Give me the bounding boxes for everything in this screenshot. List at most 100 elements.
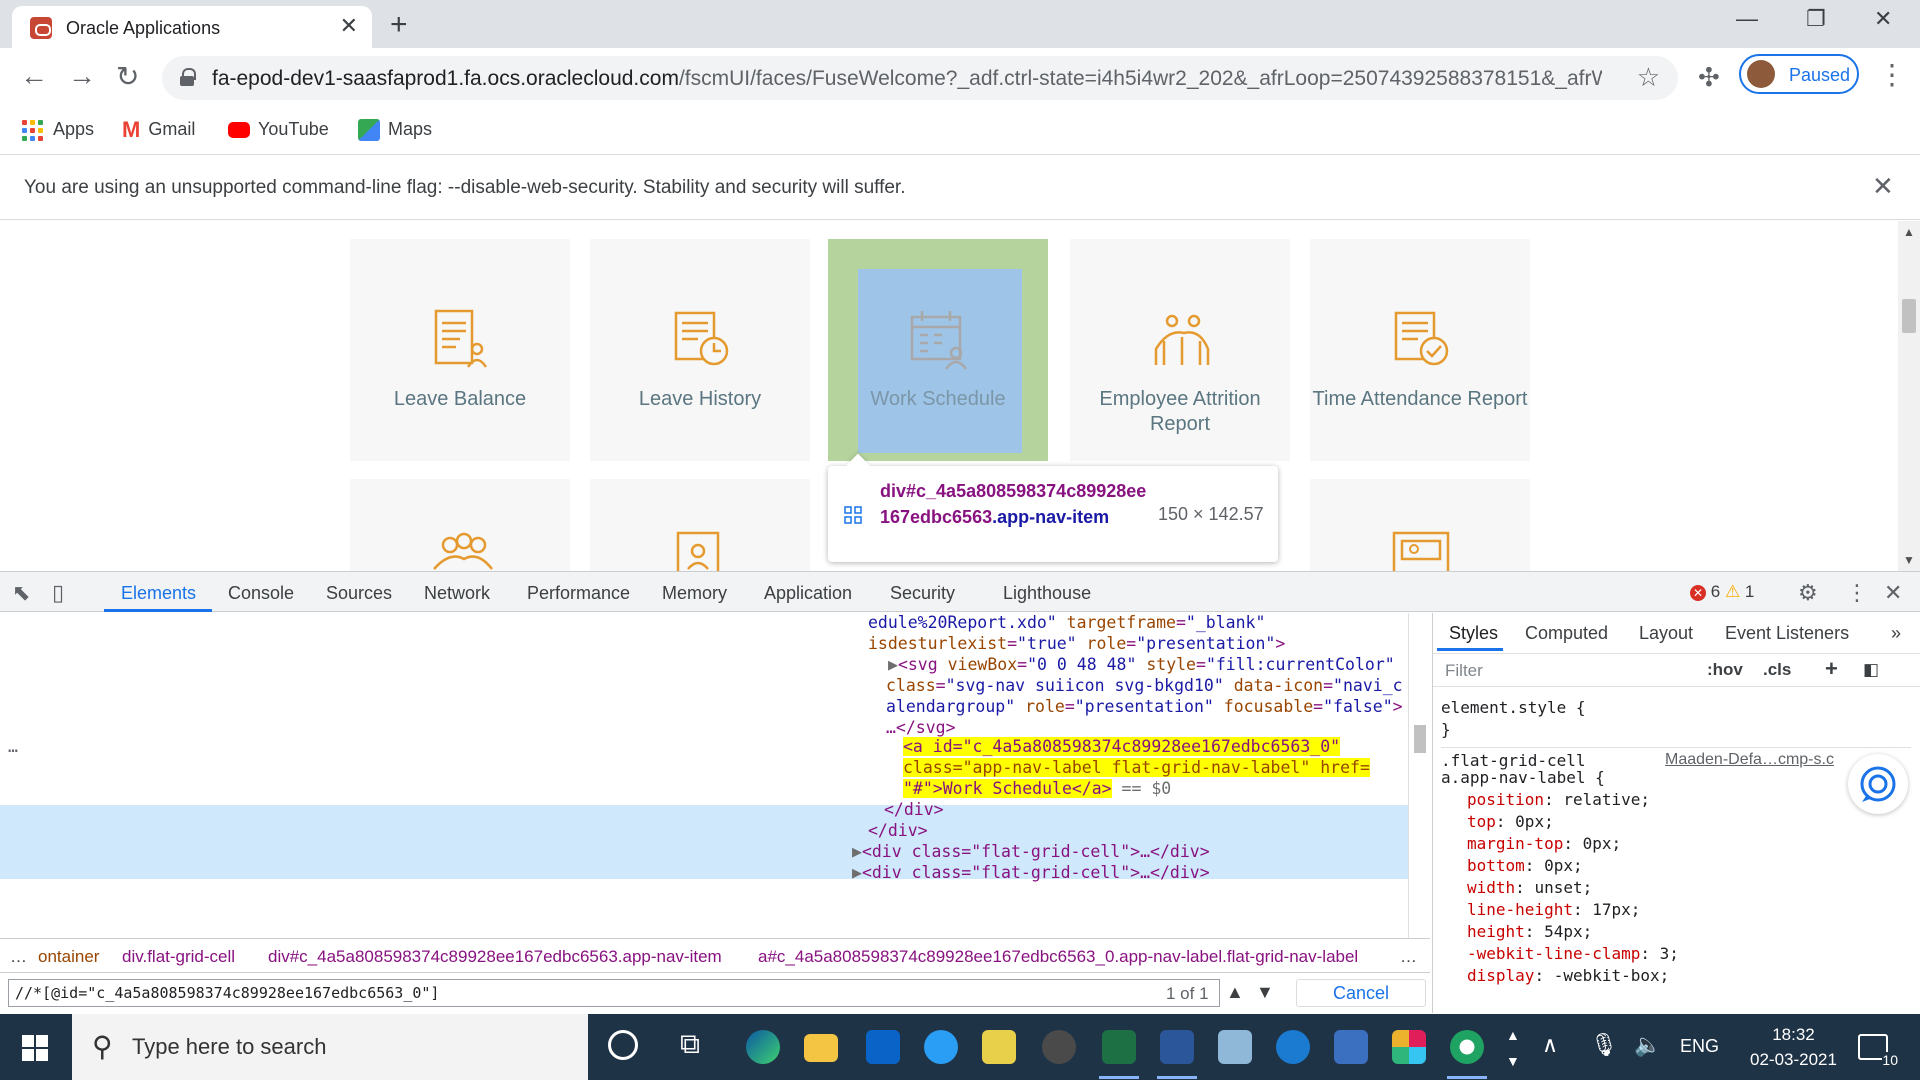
settings-app-icon[interactable] [1042,1030,1076,1064]
add-rule-icon[interactable]: + [1825,656,1838,682]
outlook-icon[interactable] [866,1030,900,1064]
hov-toggle[interactable]: :hov [1707,660,1743,680]
dom-line[interactable]: ▶<div class="flat-grid-cell">…</div> [852,863,1210,883]
notification-center-icon[interactable]: 10 [1858,1034,1898,1068]
new-tab-icon[interactable]: + [390,8,408,42]
file-explorer-icon[interactable] [804,1034,838,1062]
css-prop[interactable]: line-height: 17px; [1467,901,1640,919]
tile-row2-2[interactable] [590,479,810,571]
styles-filter-input[interactable]: Filter [1445,661,1483,681]
slack-icon[interactable] [1392,1030,1426,1064]
breadcrumb-item[interactable]: div#c_4a5a808598374c89928ee167edbc6563.a… [268,947,722,967]
scroll-taskbar-icon[interactable]: ▲ ▼ [1506,1022,1520,1074]
taskbar-search-box[interactable]: ⚲ Type here to search [72,1014,588,1080]
excel-icon[interactable] [1102,1030,1136,1064]
breadcrumb-item[interactable]: a#c_4a5a808598374c89928ee167edbc6563_0.a… [758,947,1358,967]
input-language[interactable]: ENG [1680,1036,1719,1057]
selected-dom-line-3[interactable]: "#">Work Schedule</a> == $0 [903,779,1171,799]
tab-event-listeners[interactable]: Event Listeners [1725,623,1849,644]
css-rule-selector-2[interactable]: a.app-nav-label { [1441,769,1605,787]
scroll-down-icon[interactable]: ▼ [1903,553,1915,567]
tab-computed[interactable]: Computed [1525,623,1608,644]
show-hidden-icons[interactable]: ∧ [1542,1032,1558,1058]
selected-dom-line-1[interactable]: <a id="c_4a5a808598374c89928ee167edbc656… [903,737,1341,757]
dom-line[interactable]: ▶<svg viewBox="0 0 48 48" style="fill:cu… [888,655,1395,675]
microphone-icon[interactable]: 🎙 [1590,1032,1618,1058]
dom-line[interactable]: class="svg-nav suiicon svg-bkgd10" data-… [886,676,1403,696]
task-view-icon[interactable]: ⧉ [680,1028,700,1061]
system-clock[interactable]: 18:32 02-03-2021 [1750,1022,1837,1072]
dom-line[interactable]: </div> [868,821,928,841]
tile-row2-1[interactable] [350,479,570,571]
close-infobar-icon[interactable]: ✕ [1872,171,1894,202]
css-prop[interactable]: -webkit-line-clamp: 3; [1467,945,1679,963]
elements-tree[interactable]: edule%20Report.xdo" targetframe="_blank"… [0,613,1408,938]
tab-console[interactable]: Console [228,583,294,604]
tile-leave-history[interactable]: Leave History [590,239,810,461]
address-bar[interactable]: fa-epod-dev1-saasfaprod1.fa.ocs.oraclecl… [162,56,1678,100]
chat-assistant-icon[interactable] [1848,754,1908,814]
tab-memory[interactable]: Memory [662,583,727,604]
elements-scrollbar[interactable] [1408,613,1430,938]
dom-line[interactable]: ▶<div class="flat-grid-cell">…</div> [852,842,1210,862]
back-icon[interactable]: ← [20,60,48,92]
windows-start-icon[interactable] [22,1035,48,1061]
dom-line[interactable]: edule%20Report.xdo" targetframe="_blank" [868,613,1265,633]
scrollbar-thumb[interactable] [1414,725,1426,753]
bookmark-apps[interactable]: Apps [22,116,94,142]
minimize-icon[interactable]: — [1736,6,1758,32]
node-actions-ellipsis[interactable]: … [8,737,18,757]
profile-button[interactable]: Paused [1739,54,1859,94]
cortana-icon[interactable] [608,1030,638,1060]
browser-tab[interactable]: Oracle Applications ✕ [12,6,372,48]
cancel-button[interactable]: Cancel [1296,979,1426,1007]
scrollbar-thumb[interactable] [1902,299,1916,333]
issues-counter[interactable]: ✕ 6 ⚠ 1 [1690,582,1754,602]
bookmark-gmail[interactable]: M Gmail [122,116,195,142]
page-scrollbar[interactable]: ▲ ▼ [1898,221,1920,571]
edge-icon[interactable] [746,1030,780,1064]
tab-sources[interactable]: Sources [326,583,392,604]
bookmark-star-icon[interactable]: ☆ [1637,62,1660,93]
remote-desktop-icon[interactable] [1334,1030,1368,1064]
css-prop[interactable]: bottom: 0px; [1467,857,1583,875]
bookmark-youtube[interactable]: YouTube [228,116,329,142]
css-rule-element-style[interactable]: element.style { [1441,699,1586,717]
breadcrumb-item[interactable]: ontainer [38,947,99,967]
breadcrumb-more[interactable]: … [10,947,27,967]
browser-menu-icon[interactable]: ⋮ [1878,58,1906,91]
search-prev-icon[interactable]: ▲ [1226,982,1244,1003]
selected-dom-line-2[interactable]: class="app-nav-label flat-grid-nav-label… [903,758,1370,778]
app-icon[interactable] [1218,1030,1252,1064]
css-prop[interactable]: top: 0px; [1467,813,1554,831]
css-prop[interactable]: margin-top: 0px; [1467,835,1621,853]
css-source-link[interactable]: Maaden-Defa…cmp-s.c [1665,747,1834,769]
tile-employee-attrition-report[interactable]: Employee Attrition Report [1070,239,1290,461]
css-prop[interactable]: position: relative; [1467,791,1650,809]
chrome-icon[interactable] [1450,1030,1484,1064]
tab-performance[interactable]: Performance [527,583,630,604]
tile-leave-balance[interactable]: Leave Balance [350,239,570,461]
app-icon[interactable] [1276,1030,1310,1064]
tab-styles[interactable]: Styles [1449,623,1498,644]
dom-line[interactable]: …</svg> [886,718,956,738]
bookmark-maps[interactable]: Maps [358,116,432,142]
dom-line[interactable]: </div> [884,800,944,820]
tab-network[interactable]: Network [424,583,490,604]
tile-row2-5[interactable] [1310,479,1530,571]
css-prop[interactable]: height: 54px; [1467,923,1592,941]
tile-time-attendance-report[interactable]: Time Attendance Report [1310,239,1530,461]
reload-icon[interactable]: ↻ [116,60,139,93]
css-prop[interactable]: display: -webkit-box; [1467,967,1669,985]
device-toolbar-icon[interactable]: ▯ [52,580,64,606]
search-next-icon[interactable]: ▼ [1256,982,1274,1003]
more-tabs-icon[interactable]: » [1891,623,1901,644]
volume-icon[interactable]: 🔈 [1634,1032,1661,1058]
cls-toggle[interactable]: .cls [1763,660,1791,680]
tab-lighthouse[interactable]: Lighthouse [1003,583,1091,604]
tab-elements[interactable]: Elements [121,583,196,604]
dom-line[interactable]: isdesturlexist="true" role="presentation… [868,634,1285,654]
tab-layout[interactable]: Layout [1639,623,1693,644]
app-icon[interactable] [982,1030,1016,1064]
dom-line[interactable]: alendargroup" role="presentation" focusa… [886,697,1403,717]
